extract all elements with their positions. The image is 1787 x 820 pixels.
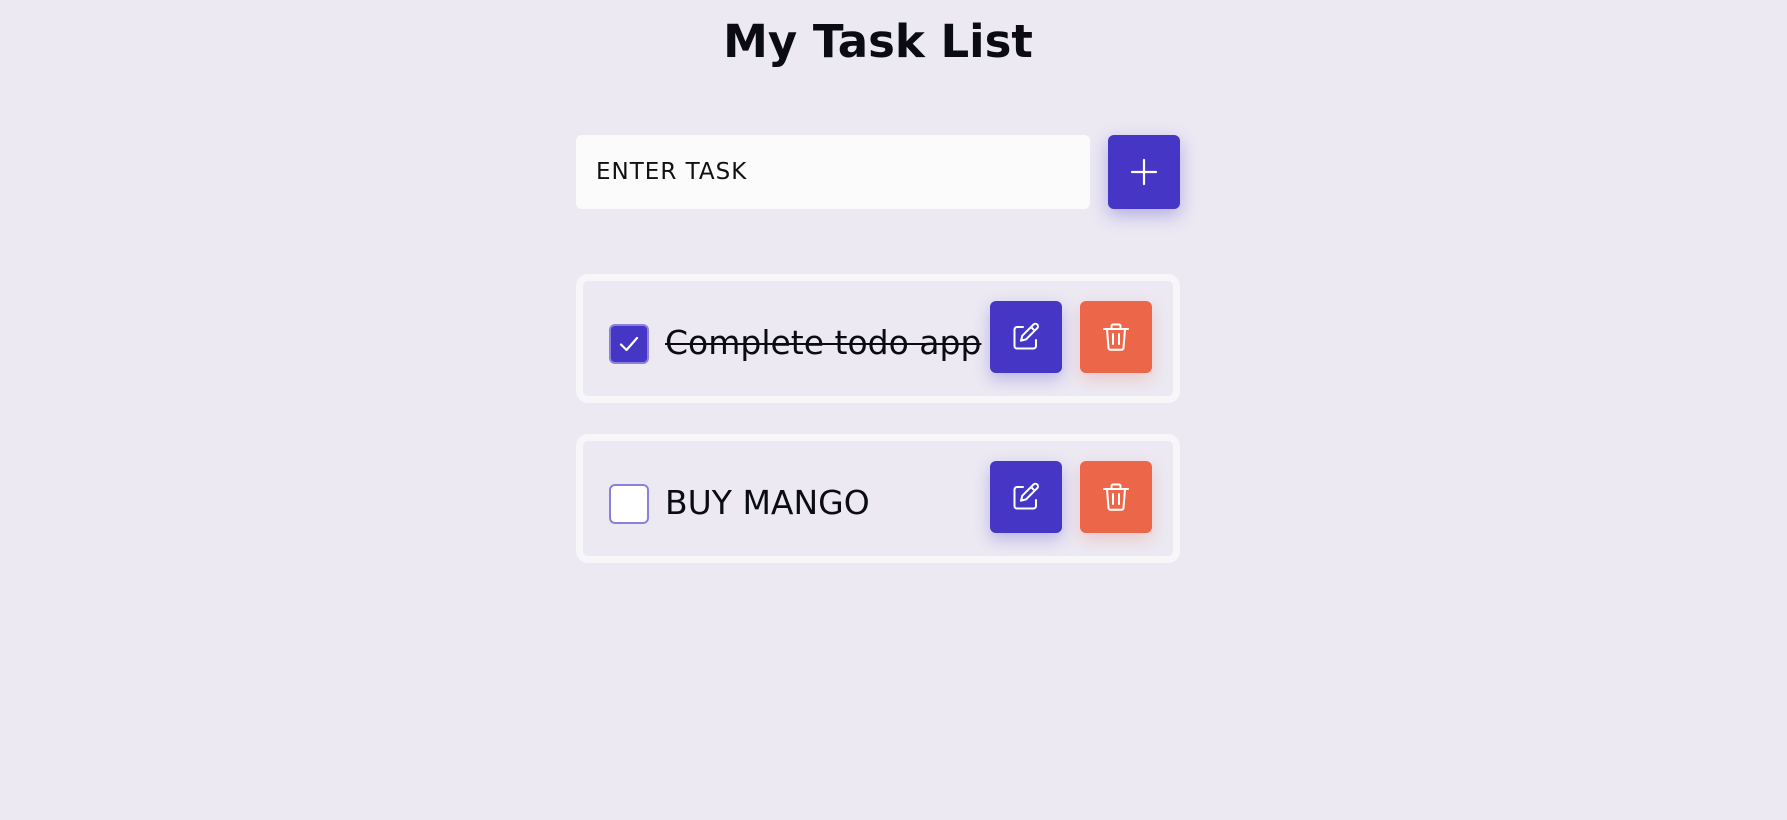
edit-icon [1009,480,1043,514]
plus-icon [1129,157,1159,187]
task-item: BUY MANGO [576,434,1180,563]
trash-icon [1099,480,1133,514]
task-item: Complete todo app [576,274,1180,403]
task-checkbox[interactable] [609,324,649,364]
todo-page: My Task List Complete todo app [0,0,1787,820]
checkmark-icon [617,332,641,356]
task-list: Complete todo app BUY MANGO [576,274,1180,594]
add-task-button[interactable] [1108,135,1180,209]
task-text: Complete todo app [665,323,982,362]
edit-task-button[interactable] [990,301,1062,373]
delete-task-button[interactable] [1080,301,1152,373]
edit-task-button[interactable] [990,461,1062,533]
task-input[interactable] [576,135,1090,209]
delete-task-button[interactable] [1080,461,1152,533]
trash-icon [1099,320,1133,354]
new-task-row [576,135,1180,209]
page-title: My Task List [723,15,1033,68]
edit-icon [1009,320,1043,354]
task-text: BUY MANGO [665,483,870,522]
task-checkbox[interactable] [609,484,649,524]
